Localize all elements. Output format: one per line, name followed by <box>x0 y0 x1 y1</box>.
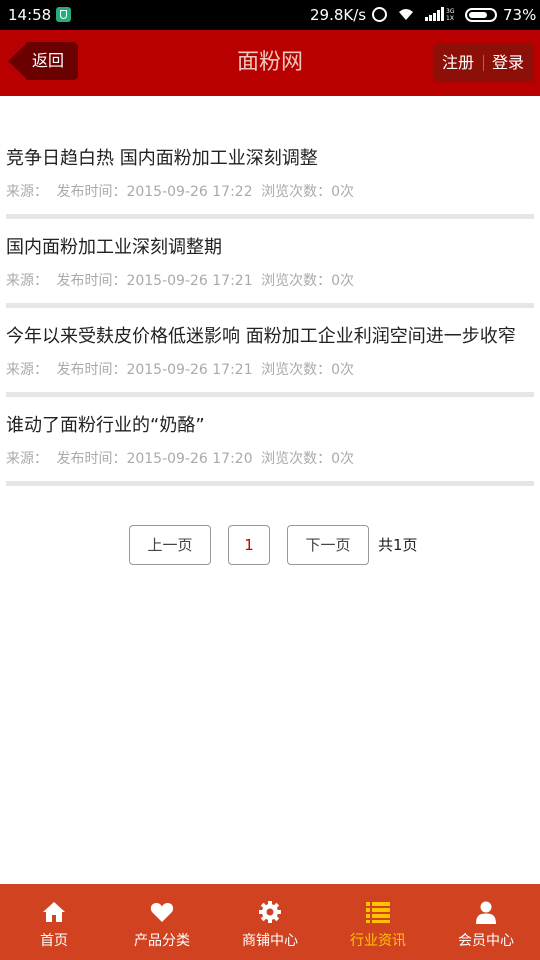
news-list: 竞争日趋白热 国内面粉加工业深刻调整 来源： 发布时间：2015-09-26 1… <box>6 130 534 486</box>
news-meta: 来源： 发布时间：2015-09-26 17:22 浏览次数：0次 <box>6 178 534 206</box>
nav-label: 会员中心 <box>458 933 514 949</box>
pagination: 上一页 1 下一页 共1页 <box>0 525 540 567</box>
alarm-icon <box>372 7 387 22</box>
bottom-nav: 首页 产品分类 商铺中心 行业资讯 会员中心 <box>0 884 540 960</box>
next-page-button[interactable]: 下一页 <box>287 525 369 565</box>
nav-item-news[interactable]: 行业资讯 <box>324 884 432 960</box>
news-time: 发布时间：2015-09-26 17:21 <box>56 362 253 378</box>
back-label: 返回 <box>26 42 78 80</box>
home-icon <box>43 902 65 922</box>
wifi-icon <box>399 9 413 20</box>
app-header: 面粉网 返回 注册 登录 <box>0 30 540 96</box>
back-arrow-icon <box>8 42 28 80</box>
nav-label: 首页 <box>40 933 68 949</box>
signal-icon: 3G 1X <box>425 7 455 21</box>
nav-label: 行业资讯 <box>350 933 406 949</box>
news-source: 来源： <box>6 273 48 289</box>
news-source: 来源： <box>6 184 48 200</box>
news-source: 来源： <box>6 362 48 378</box>
news-item[interactable]: 今年以来受麸皮价格低迷影响 面粉加工企业利润空间进一步收窄 来源： 发布时间：2… <box>6 308 534 397</box>
nav-item-shops[interactable]: 商铺中心 <box>216 884 324 960</box>
news-meta: 来源： 发布时间：2015-09-26 17:20 浏览次数：0次 <box>6 445 534 473</box>
news-time: 发布时间：2015-09-26 17:22 <box>56 184 253 200</box>
battery-icon <box>465 8 497 22</box>
news-time: 发布时间：2015-09-26 17:20 <box>56 451 253 467</box>
nav-item-member[interactable]: 会员中心 <box>432 884 540 960</box>
news-item[interactable]: 竞争日趋白热 国内面粉加工业深刻调整 来源： 发布时间：2015-09-26 1… <box>6 130 534 219</box>
news-views: 浏览次数：0次 <box>261 273 354 289</box>
news-title[interactable]: 谁动了面粉行业的“奶酪” <box>6 411 534 441</box>
page-total: 共1页 <box>378 536 418 554</box>
news-source: 来源： <box>6 451 48 467</box>
news-item[interactable]: 谁动了面粉行业的“奶酪” 来源： 发布时间：2015-09-26 17:20 浏… <box>6 397 534 486</box>
status-time: 14:58 <box>8 6 52 24</box>
news-meta: 来源： 发布时间：2015-09-26 17:21 浏览次数：0次 <box>6 267 534 295</box>
battery-percent: 73% <box>503 6 537 24</box>
shield-icon <box>56 7 71 22</box>
nav-item-categories[interactable]: 产品分类 <box>108 884 216 960</box>
news-title[interactable]: 今年以来受麸皮价格低迷影响 面粉加工企业利润空间进一步收窄 <box>6 322 534 352</box>
status-bar: 14:58 29.8K/s 3G 1X 73% <box>0 0 540 30</box>
login-button[interactable]: 登录 <box>492 44 524 82</box>
nav-item-home[interactable]: 首页 <box>0 884 108 960</box>
news-item[interactable]: 国内面粉加工业深刻调整期 来源： 发布时间：2015-09-26 17:21 浏… <box>6 219 534 308</box>
news-meta: 来源： 发布时间：2015-09-26 17:21 浏览次数：0次 <box>6 356 534 384</box>
heart-icon <box>150 903 174 922</box>
svg-text:3G: 3G <box>446 8 455 15</box>
page-number-button[interactable]: 1 <box>228 525 270 565</box>
list-icon <box>366 902 390 923</box>
news-title[interactable]: 竞争日趋白热 国内面粉加工业深刻调整 <box>6 144 534 174</box>
network-speed: 29.8K/s <box>310 6 367 24</box>
nav-label: 商铺中心 <box>242 933 298 949</box>
register-button[interactable]: 注册 <box>442 44 474 82</box>
news-time: 发布时间：2015-09-26 17:21 <box>56 273 253 289</box>
nav-label: 产品分类 <box>134 933 190 949</box>
news-views: 浏览次数：0次 <box>261 184 354 200</box>
auth-buttons: 注册 登录 <box>434 44 534 82</box>
news-views: 浏览次数：0次 <box>261 362 354 378</box>
news-title[interactable]: 国内面粉加工业深刻调整期 <box>6 233 534 263</box>
prev-page-button[interactable]: 上一页 <box>129 525 211 565</box>
svg-text:1X: 1X <box>446 15 454 21</box>
news-views: 浏览次数：0次 <box>261 451 354 467</box>
gear-icon <box>259 901 281 923</box>
auth-divider <box>483 55 484 71</box>
user-icon <box>476 901 496 924</box>
